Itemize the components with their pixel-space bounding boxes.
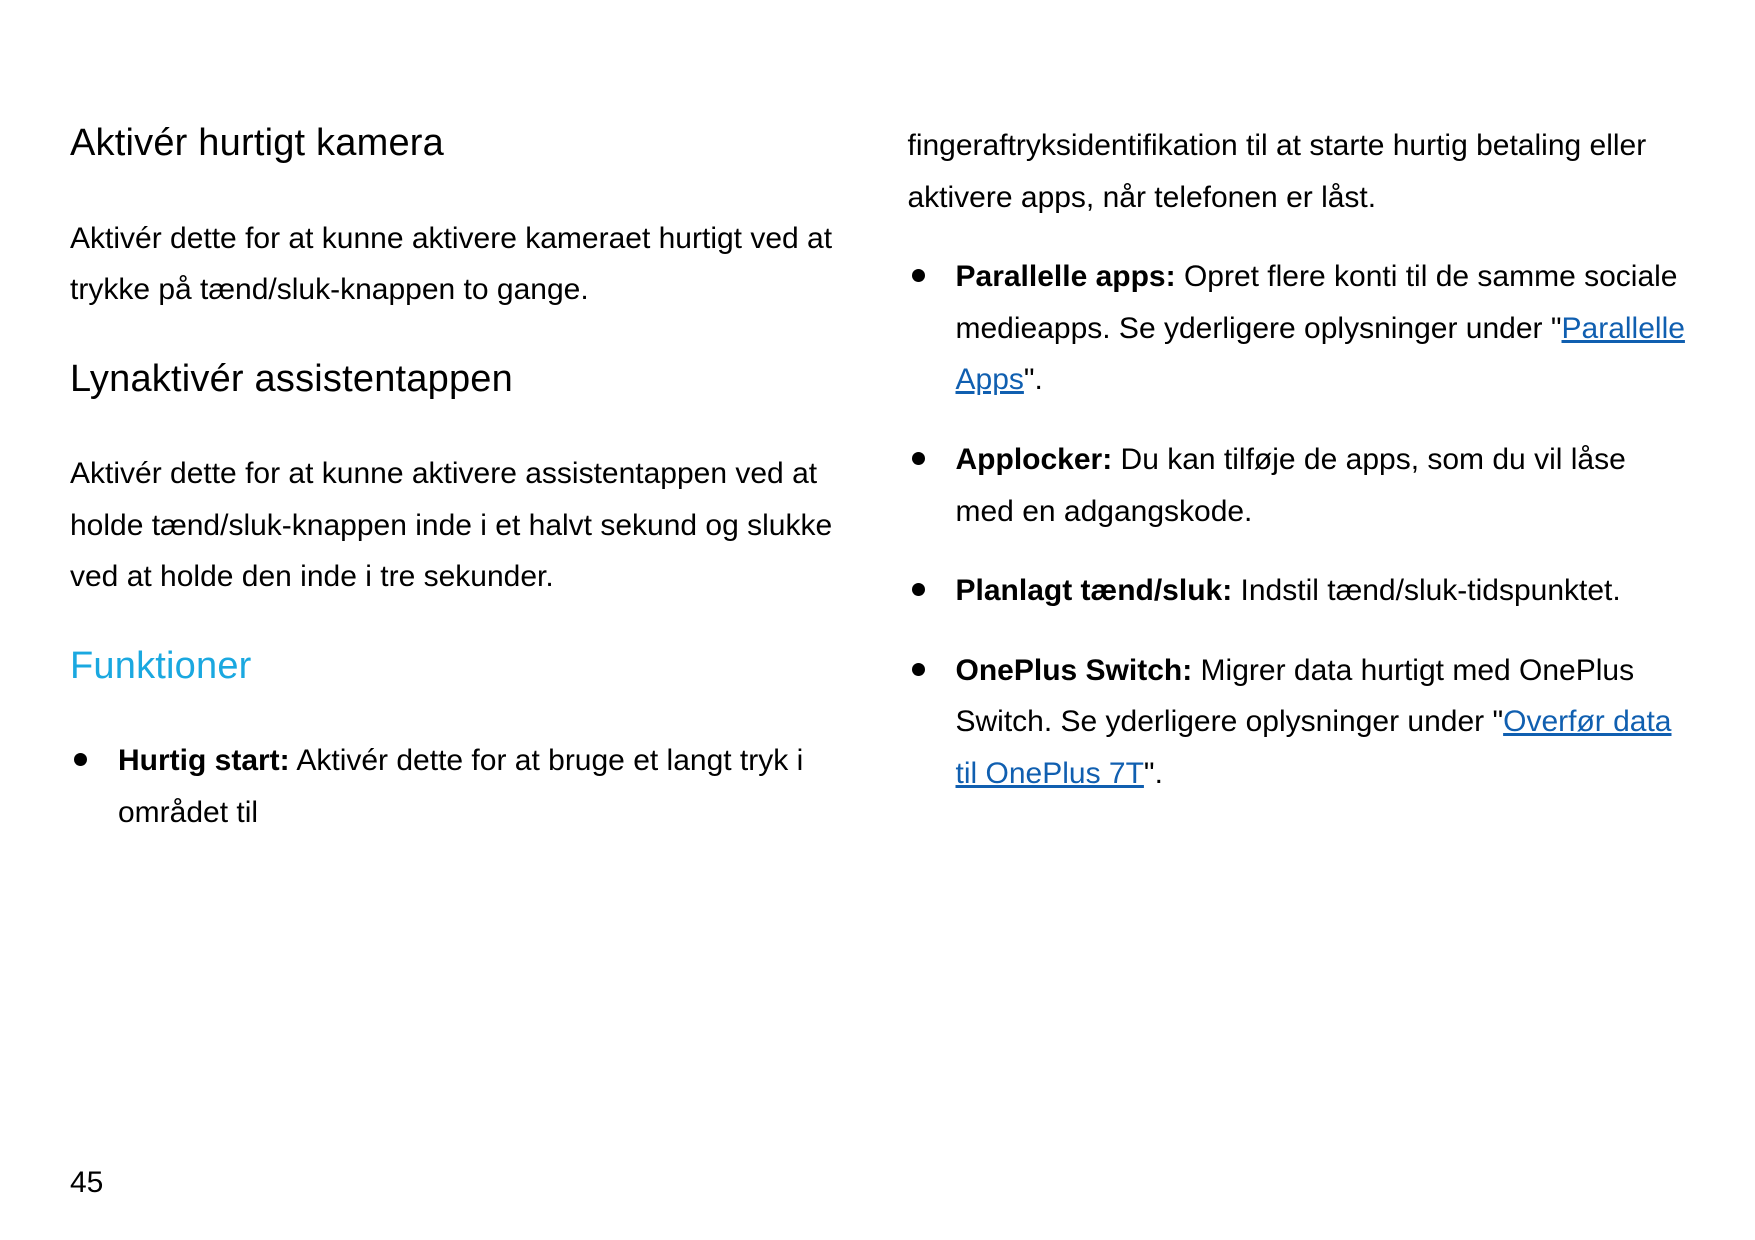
feature-scheduled-power-label: Planlagt tænd/sluk:: [956, 574, 1233, 607]
heading-quick-camera: Aktivér hurtigt kamera: [70, 120, 848, 168]
feature-list-left: Hurtig start: Aktivér dette for at bruge…: [70, 735, 848, 838]
feature-quick-start-continuation: fingeraftryksidentifikation til at start…: [908, 120, 1686, 223]
feature-scheduled-power: Planlagt tænd/sluk: Indstil tænd/sluk-ti…: [908, 565, 1686, 617]
feature-oneplus-switch: OnePlus Switch: Migrer data hurtigt med …: [908, 645, 1686, 800]
feature-applocker-label: Applocker:: [956, 443, 1113, 476]
paragraph-assistant-app: Aktivér dette for at kunne aktivere assi…: [70, 448, 848, 603]
feature-list-right: Parallelle apps: Opret flere konti til d…: [908, 251, 1686, 799]
feature-quick-start: Hurtig start: Aktivér dette for at bruge…: [70, 735, 848, 838]
left-column: Aktivér hurtigt kamera Aktivér dette for…: [70, 120, 848, 867]
feature-oneplus-switch-label: OnePlus Switch:: [956, 654, 1193, 687]
feature-quick-start-label: Hurtig start:: [118, 744, 290, 777]
feature-parallel-apps-text-after: ".: [1024, 363, 1043, 396]
feature-applocker: Applocker: Du kan tilføje de apps, som d…: [908, 434, 1686, 537]
two-column-layout: Aktivér hurtigt kamera Aktivér dette for…: [70, 120, 1685, 867]
feature-parallel-apps-label: Parallelle apps:: [956, 260, 1176, 293]
paragraph-quick-camera: Aktivér dette for at kunne aktivere kame…: [70, 213, 848, 316]
feature-scheduled-power-text: Indstil tænd/sluk-tidspunktet.: [1232, 574, 1621, 607]
feature-oneplus-switch-text-after: ".: [1144, 757, 1163, 790]
heading-assistant-app: Lynaktivér assistentappen: [70, 356, 848, 404]
feature-parallel-apps: Parallelle apps: Opret flere konti til d…: [908, 251, 1686, 406]
heading-functions: Funktioner: [70, 643, 848, 691]
page-number: 45: [70, 1166, 103, 1200]
right-column: fingeraftryksidentifikation til at start…: [908, 120, 1686, 867]
document-page: Aktivér hurtigt kamera Aktivér dette for…: [0, 0, 1755, 1240]
